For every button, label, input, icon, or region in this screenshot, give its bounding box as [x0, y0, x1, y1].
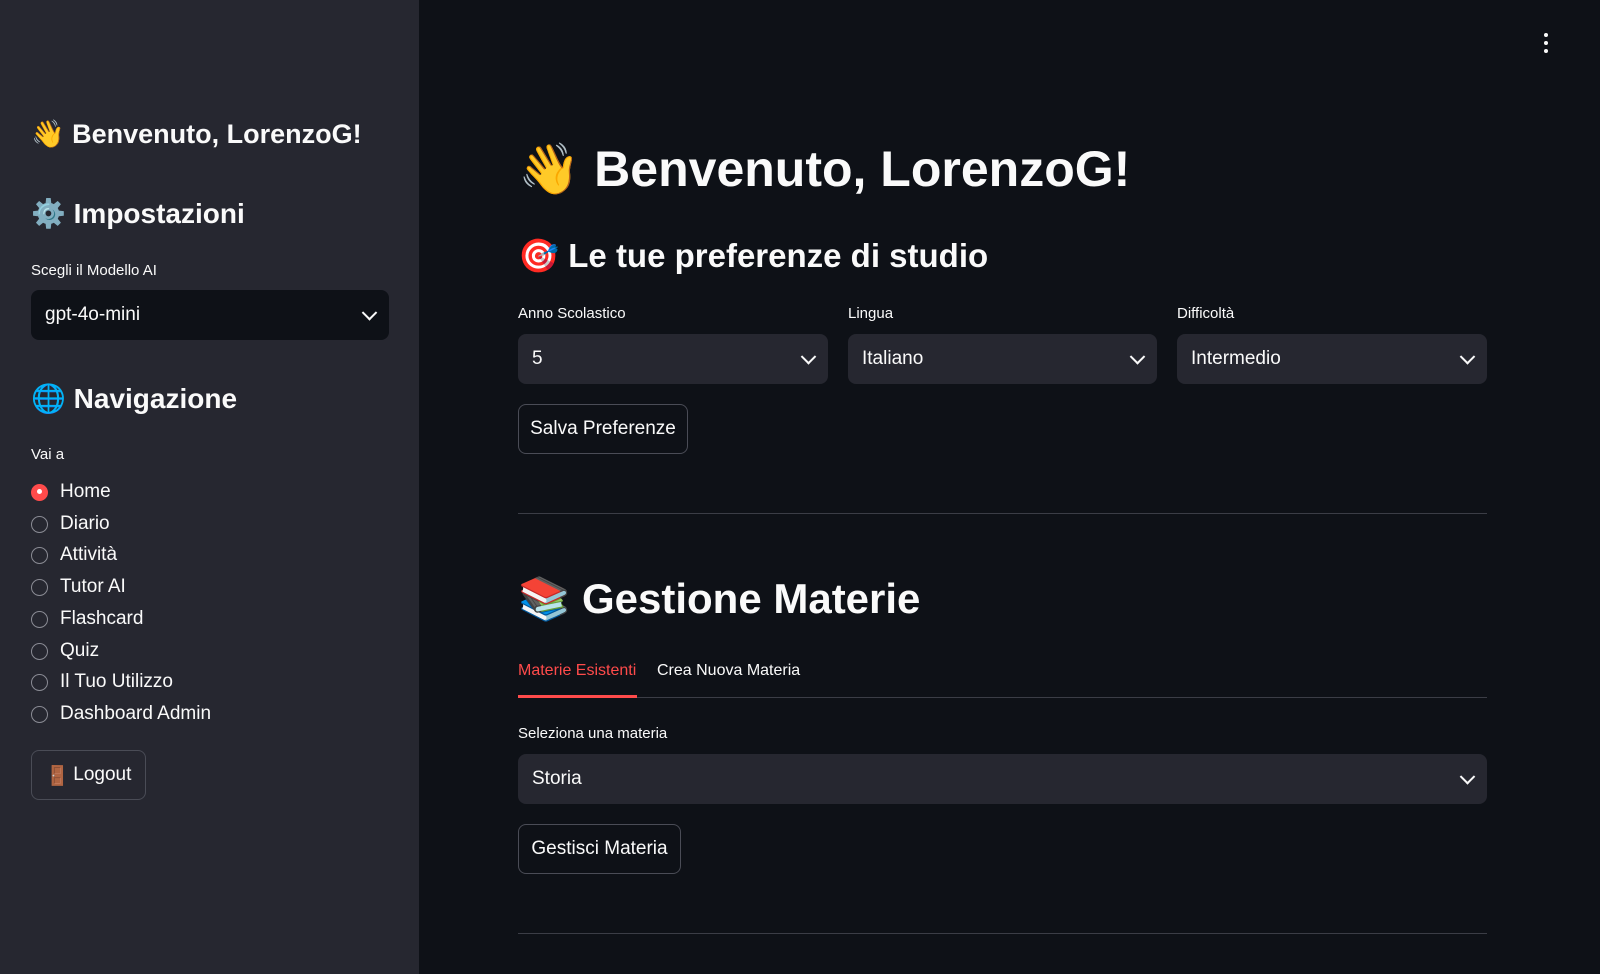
radio-icon[interactable] — [31, 578, 48, 596]
difficulty-label: Difficoltà — [1177, 305, 1235, 322]
settings-heading: ⚙️ Impostazioni — [31, 197, 245, 230]
nav-radio-quiz[interactable]: Quiz — [31, 639, 99, 663]
subject-select[interactable]: Storia — [518, 754, 1487, 804]
gear-icon: ⚙️ — [31, 197, 66, 230]
tab-create-subject[interactable]: Crea Nuova Materia — [657, 662, 800, 680]
save-preferences-button[interactable]: Salva Preferenze — [518, 404, 688, 454]
nav-radio-flashcard[interactable]: Flashcard — [31, 607, 143, 631]
radio-icon[interactable] — [31, 610, 48, 628]
navigation-heading: 🌐 Navigazione — [31, 382, 238, 415]
preferences-heading: 🎯 Le tue preferenze di studio — [518, 236, 989, 275]
main-content: 👋 Benvenuto, LorenzoG! 🎯 Le tue preferen… — [419, 0, 1600, 974]
nav-radio-diario[interactable]: Diario — [31, 512, 110, 536]
page-title: 👋 Benvenuto, LorenzoG! — [518, 140, 1131, 198]
school-year-select[interactable]: 5 — [518, 334, 828, 384]
difficulty-select[interactable]: Intermedio — [1177, 334, 1487, 384]
target-icon: 🎯 — [518, 236, 560, 275]
globe-icon: 🌐 — [31, 382, 66, 415]
radio-icon[interactable] — [31, 642, 48, 660]
subjects-heading: 📚 Gestione Materie — [518, 574, 921, 623]
radio-selected-icon[interactable] — [31, 483, 48, 501]
door-icon: 🚪 — [45, 764, 70, 787]
logout-button[interactable]: 🚪 Logout — [31, 750, 146, 800]
waving-hand-icon: 👋 — [31, 119, 65, 150]
language-select[interactable]: Italiano — [848, 334, 1157, 384]
language-label: Lingua — [848, 305, 894, 322]
nav-radio-home[interactable]: Home — [31, 480, 111, 504]
nav-radio-label: Vai a — [31, 446, 65, 463]
kebab-menu-icon[interactable] — [1544, 33, 1548, 57]
waving-hand-icon: 👋 — [518, 140, 581, 198]
manage-subject-button[interactable]: Gestisci Materia — [518, 824, 681, 874]
chevron-down-icon — [1459, 769, 1476, 785]
sidebar-welcome-heading: 👋 Benvenuto, LorenzoG! — [31, 119, 362, 150]
radio-icon[interactable] — [31, 546, 48, 564]
chevron-down-icon — [361, 305, 378, 321]
tab-bar-line — [518, 697, 1487, 698]
nav-radio-tutor-ai[interactable]: Tutor AI — [31, 575, 126, 599]
chevron-down-icon — [1459, 349, 1476, 365]
divider — [518, 933, 1487, 934]
divider — [518, 513, 1487, 514]
nav-radio-dashboard-admin[interactable]: Dashboard Admin — [31, 702, 211, 726]
school-year-label: Anno Scolastico — [518, 305, 626, 322]
tab-existing-subjects[interactable]: Materie Esistenti — [518, 662, 636, 680]
chevron-down-icon — [1129, 349, 1146, 365]
radio-icon[interactable] — [31, 515, 48, 533]
subject-select-label: Seleziona una materia — [518, 725, 668, 742]
chevron-down-icon — [800, 349, 817, 365]
nav-radio-attivita[interactable]: Attività — [31, 543, 117, 567]
radio-icon[interactable] — [31, 673, 48, 691]
active-tab-indicator — [518, 695, 637, 698]
model-select[interactable]: gpt-4o-mini — [31, 290, 389, 340]
model-select-label: Scegli il Modello AI — [31, 262, 157, 279]
books-icon: 📚 — [518, 574, 571, 623]
nav-radio-utilizzo[interactable]: Il Tuo Utilizzo — [31, 670, 173, 694]
radio-icon[interactable] — [31, 705, 48, 723]
sidebar: 👋 Benvenuto, LorenzoG! ⚙️ Impostazioni S… — [0, 0, 419, 974]
